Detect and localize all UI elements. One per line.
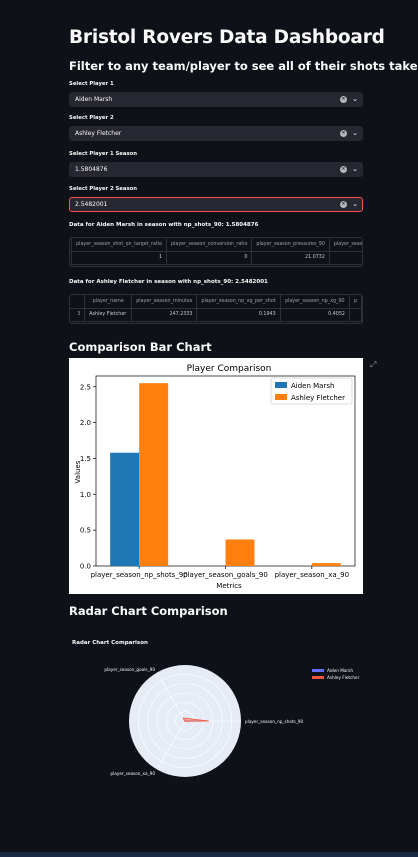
column-header[interactable]: player_season_np_xg_90 — [280, 295, 350, 309]
player1-label: Select Player 1 — [69, 81, 114, 87]
player2-season-label: Select Player 2 Season — [69, 186, 138, 192]
table-cell[interactable]: 0.4052 — [280, 308, 350, 322]
footer-bar — [0, 852, 418, 857]
table-cell[interactable]: Ashley Fletcher — [84, 308, 133, 322]
radar-chart-heading: Radar Chart Comparison — [69, 604, 228, 618]
y-tick-label: 2.0 — [80, 419, 91, 427]
column-header[interactable]: player_season_ — [329, 238, 362, 252]
y-axis-label: Values — [74, 460, 82, 483]
player2-season-value: 2.5482001 — [75, 201, 108, 208]
bar-chart-heading: Comparison Bar Chart — [69, 340, 212, 354]
clear-circle-icon[interactable]: × — [340, 96, 347, 103]
column-header[interactable]: player_season_conversion_ratio — [166, 238, 253, 252]
table-cell[interactable]: 0.1943 — [196, 308, 281, 322]
page-title: Bristol Rovers Data Dashboard — [69, 27, 385, 48]
table-cell[interactable]: 1 — [71, 251, 168, 265]
radar-axis-label: player_season_np_shots_90 — [245, 719, 303, 724]
radar-chart: Radar Chart Comparison player_season_np_… — [72, 640, 360, 777]
clear-circle-icon[interactable]: × — [340, 166, 347, 173]
chevron-down-icon[interactable]: ⌄ — [352, 129, 358, 137]
x-tick-label: player_season_goals_90 — [183, 571, 268, 579]
clear-circle-icon[interactable]: × — [340, 201, 347, 208]
x-tick-label: player_season_xa_90 — [275, 571, 349, 579]
clear-circle-icon[interactable]: × — [340, 130, 347, 137]
table-header-row: player_name player_season_minutes player… — [70, 295, 362, 309]
bar — [110, 452, 140, 566]
row-index: 3 — [70, 308, 86, 322]
table-cell[interactable]: 0 — [166, 251, 253, 265]
y-tick-label: 2.5 — [80, 383, 91, 391]
x-tick-label: player_season_np_shots_90 — [91, 571, 188, 579]
chart-legend: Aiden Marsh Ashley Fletcher — [270, 377, 353, 405]
column-header[interactable]: p — [349, 295, 362, 309]
column-header[interactable]: player_season_shot_on_target_ratio — [71, 238, 168, 252]
column-header[interactable] — [70, 295, 86, 309]
player2-value: Ashley Fletcher — [75, 130, 122, 137]
chevron-down-icon[interactable]: ⌄ — [352, 200, 358, 208]
bar — [225, 539, 255, 566]
player1-dataframe[interactable]: player_season_shot_on_target_ratio playe… — [69, 237, 363, 267]
player2-label: Select Player 2 — [69, 115, 114, 121]
chevron-down-icon[interactable]: ⌄ — [352, 165, 358, 173]
player1-value: Aiden Marsh — [75, 96, 113, 103]
table-cell[interactable]: 247.2333 — [131, 308, 198, 322]
bar — [311, 563, 341, 566]
y-tick-label: 1.5 — [80, 455, 91, 463]
legend-swatch — [312, 669, 324, 672]
y-tick-label: 0.0 — [80, 563, 91, 571]
player1-season-value: 1.5804876 — [75, 166, 108, 173]
radar-chart-title: Radar Chart Comparison — [72, 640, 148, 646]
player1-season-label: Select Player 1 Season — [69, 151, 138, 157]
legend-label: Ashley Fletcher — [291, 394, 345, 402]
x-axis-label: Metrics — [216, 582, 242, 590]
table-row: 26 1 0 21.0732 — [70, 251, 362, 265]
column-header[interactable]: player_season_minutes — [131, 295, 198, 309]
legend-swatch — [275, 394, 287, 400]
player2-select[interactable]: Ashley Fletcher × ⌄ — [69, 126, 363, 141]
chart-title: Player Comparison — [187, 364, 272, 374]
table-cell[interactable]: 21.0732 — [251, 251, 330, 265]
radar-chart-image: Radar Chart Comparison player_season_np_… — [69, 632, 363, 792]
legend-label: Ashley Fletcher — [327, 675, 360, 680]
y-tick-label: 1.0 — [80, 491, 91, 499]
bar-chart: Player Comparison Metrics Values 0.0 0.5 1… — [74, 364, 356, 590]
column-header[interactable]: player_season_np_xg_per_shot — [196, 295, 281, 309]
table2-caption: Data for Ashley Fletcher in season with … — [69, 279, 268, 285]
table-cell[interactable] — [329, 251, 362, 265]
radar-axis-label: player_season_goals_90 — [104, 667, 155, 672]
player1-select[interactable]: Aiden Marsh × ⌄ — [69, 92, 363, 107]
y-tick-label: 0.5 — [80, 527, 91, 535]
player2-season-select[interactable]: 2.5482001 × ⌄ — [69, 197, 363, 212]
table-header-row: player_season_shot_on_target_ratio playe… — [70, 238, 362, 252]
table-row: 3 Ashley Fletcher 247.2333 0.1943 0.4052 — [70, 308, 362, 322]
column-header[interactable]: player_name — [84, 295, 133, 309]
player2-dataframe[interactable]: player_name player_season_minutes player… — [69, 294, 363, 324]
table-cell[interactable] — [349, 308, 362, 322]
column-header[interactable]: player_season_pressures_90 — [251, 238, 330, 252]
legend-swatch — [312, 676, 324, 679]
legend-swatch — [275, 382, 287, 388]
legend-label: Aiden Marsh — [291, 382, 334, 390]
table1-caption: Data for Aiden Marsh in season with np_s… — [69, 222, 259, 228]
player1-season-select[interactable]: 1.5804876 × ⌄ — [69, 162, 363, 177]
expand-icon[interactable]: ⤢ — [370, 360, 376, 370]
radar-legend: Aiden Marsh Ashley Fletcher — [312, 668, 360, 680]
legend-label: Aiden Marsh — [327, 668, 353, 673]
bar-chart-image: Player Comparison Metrics Values 0.0 0.5 1… — [69, 358, 363, 594]
radar-axis-label: player_season_xa_90 — [110, 771, 155, 776]
chevron-down-icon[interactable]: ⌄ — [352, 95, 358, 103]
bar — [139, 383, 169, 566]
page-subtitle: Filter to any team/player to see all of … — [69, 59, 418, 73]
